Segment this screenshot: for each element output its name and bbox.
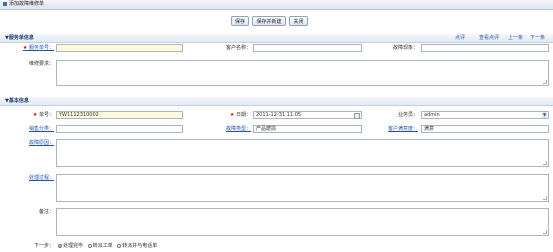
- fault-cause-label[interactable]: 故障原因：: [6, 139, 54, 147]
- next-link[interactable]: 下一条: [530, 34, 545, 42]
- option-transfer[interactable]: 转派工单: [87, 243, 113, 249]
- next-step-options: 处理完毕 转派工单 转派并与电话单: [58, 242, 157, 250]
- date-label: ★ 日期：: [229, 112, 251, 118]
- basic-section-title: ▼基本信息: [5, 98, 29, 104]
- staff-label: 业务员：: [397, 112, 418, 118]
- fault-phenomenon-input[interactable]: [421, 44, 549, 52]
- sales-category-label[interactable]: 销售分类：: [6, 125, 54, 133]
- radio-icon[interactable]: [117, 243, 122, 248]
- service-section-header: ▼服务单信息 点评 查看点评 上一条 下一条: [0, 34, 553, 43]
- resize-grip-icon[interactable]: [543, 80, 547, 84]
- remark-textarea[interactable]: [56, 208, 549, 236]
- fault-cause-textarea[interactable]: [56, 139, 549, 167]
- calendar-icon[interactable]: [354, 113, 360, 119]
- customer-label: 客户名称：: [225, 45, 251, 51]
- date-input[interactable]: 2011-12-31 11:05: [253, 111, 362, 119]
- save-and-new-button[interactable]: 保存并新建: [252, 16, 286, 26]
- basic-section-header: ▼基本信息: [0, 97, 553, 106]
- window-title: 添加故障维修单: [9, 1, 45, 7]
- satisfaction-label[interactable]: 客户满意度：: [375, 125, 418, 133]
- process-textarea[interactable]: [56, 174, 549, 202]
- resize-grip-icon[interactable]: [543, 161, 547, 165]
- chevron-down-icon[interactable]: ▼: [542, 112, 547, 118]
- save-button[interactable]: 保存: [231, 16, 249, 26]
- order-no-label: ★ 单号：: [32, 112, 54, 118]
- form-icon: [3, 2, 7, 6]
- option-transfer-call[interactable]: 转派并与电话单: [117, 243, 157, 249]
- fault-phenomenon-label: 故障现象：: [392, 45, 418, 51]
- toolbar: 保存 保存并新建 关闭: [0, 16, 553, 27]
- fault-type-label[interactable]: 故障类型：: [200, 125, 251, 133]
- required-mark: ★: [229, 112, 235, 118]
- staff-select[interactable]: admin ▼: [421, 111, 549, 119]
- service-no-input[interactable]: [56, 44, 183, 52]
- window-titlebar: 添加故障维修单: [0, 0, 553, 10]
- required-mark: ★: [22, 45, 28, 51]
- option-finish[interactable]: 处理完毕: [58, 243, 83, 249]
- process-label[interactable]: 处理过程：: [6, 174, 54, 182]
- radio-selected-icon[interactable]: [58, 243, 62, 248]
- review-link[interactable]: 点评: [455, 34, 465, 42]
- prev-link[interactable]: 上一条: [508, 34, 523, 42]
- order-no-input[interactable]: YW1112310002: [56, 111, 183, 119]
- radio-icon[interactable]: [87, 243, 92, 248]
- resize-grip-icon[interactable]: [543, 230, 547, 234]
- close-button[interactable]: 关闭: [289, 16, 308, 26]
- sales-category-input[interactable]: [56, 125, 183, 133]
- next-step-label: 下一步：: [33, 243, 54, 249]
- required-mark: ★: [32, 112, 38, 118]
- view-review-link[interactable]: 查看点评: [479, 34, 499, 42]
- satisfaction-input[interactable]: 满意: [421, 125, 549, 133]
- repair-requirement-textarea[interactable]: [56, 60, 549, 86]
- remark-label: 备注：: [38, 209, 54, 215]
- resize-grip-icon[interactable]: [543, 196, 547, 200]
- repair-requirement-label: 维修要求：: [28, 61, 54, 67]
- service-section-title: ▼服务单信息: [5, 35, 34, 41]
- fault-type-input[interactable]: 产品磨损: [253, 125, 362, 133]
- customer-input[interactable]: [253, 44, 362, 52]
- service-no-label[interactable]: ★ 服务单号：: [6, 44, 54, 52]
